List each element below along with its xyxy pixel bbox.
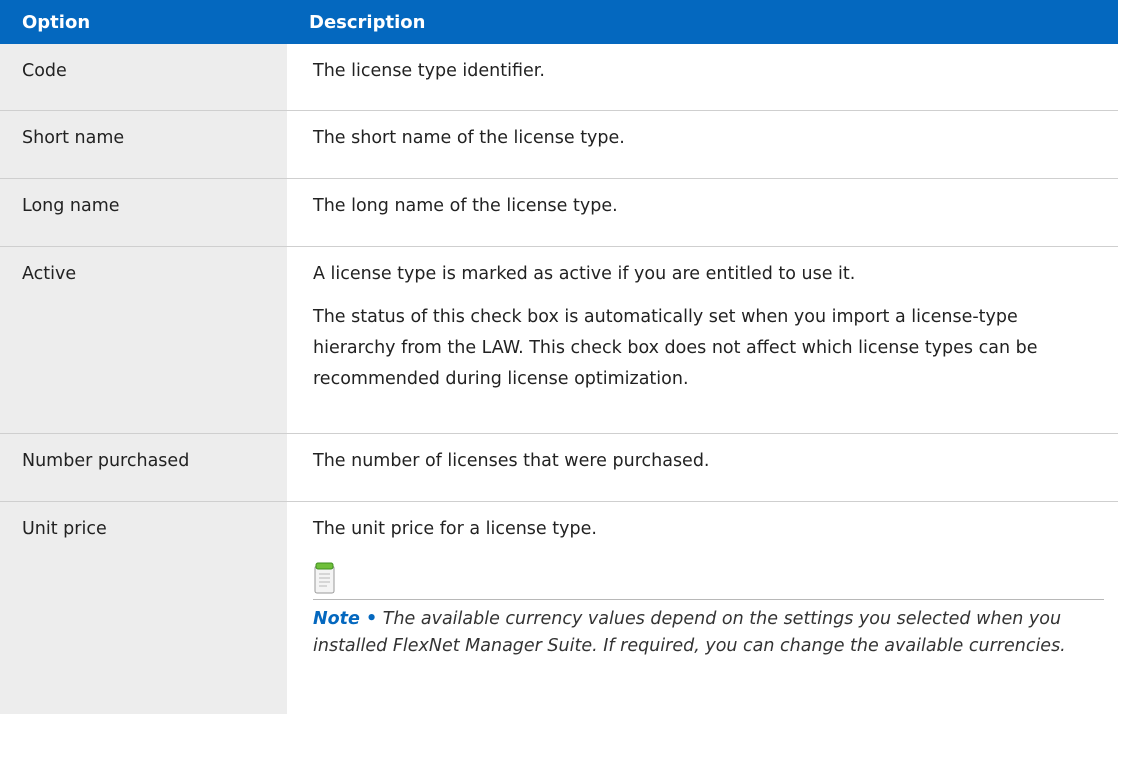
table-row: Number purchased The number of licenses …	[0, 433, 1118, 502]
table-row: Active A license type is marked as activ…	[0, 246, 1118, 434]
table-row: Code The license type identifier.	[0, 44, 1118, 111]
description-text: The short name of the license type.	[313, 128, 625, 148]
description-cell: A license type is marked as active if yo…	[287, 246, 1118, 434]
table-row: Long name The long name of the license t…	[0, 178, 1118, 247]
options-table: Option Description Code The license type…	[0, 0, 1118, 714]
description-cell: The long name of the license type.	[287, 178, 1118, 247]
description-cell: The number of licenses that were purchas…	[287, 433, 1118, 502]
description-cell: The license type identifier.	[287, 44, 1118, 111]
description-text: The long name of the license type.	[313, 196, 618, 216]
description-cell: The short name of the license type.	[287, 110, 1118, 179]
description-text: A license type is marked as active if yo…	[313, 264, 856, 284]
description-column-header: Description	[287, 0, 1118, 44]
notepad-icon	[313, 561, 337, 595]
description-text: The unit price for a license type.	[313, 519, 597, 539]
table-header-row: Option Description	[0, 0, 1118, 44]
note-text-block: Note • The available currency values dep…	[313, 606, 1104, 660]
table-row: Short name The short name of the license…	[0, 110, 1118, 179]
description-text-2: The status of this check box is automati…	[313, 307, 1038, 389]
description-cell: The unit price for a license type. Note …	[287, 502, 1118, 715]
note-text: The available currency values depend on …	[313, 609, 1066, 656]
option-column-header: Option	[0, 0, 287, 44]
option-cell: Long name	[0, 178, 287, 247]
description-text: The license type identifier.	[313, 61, 545, 81]
option-cell: Code	[0, 44, 287, 111]
description-text: The number of licenses that were purchas…	[313, 451, 710, 471]
option-cell: Unit price	[0, 501, 287, 714]
note-divider	[313, 599, 1104, 600]
option-cell: Number purchased	[0, 433, 287, 502]
note-label: Note •	[313, 609, 378, 629]
note-block: Note • The available currency values dep…	[313, 561, 1104, 660]
table-row: Unit price The unit price for a license …	[0, 501, 1118, 715]
option-cell: Active	[0, 246, 287, 434]
option-cell: Short name	[0, 110, 287, 179]
